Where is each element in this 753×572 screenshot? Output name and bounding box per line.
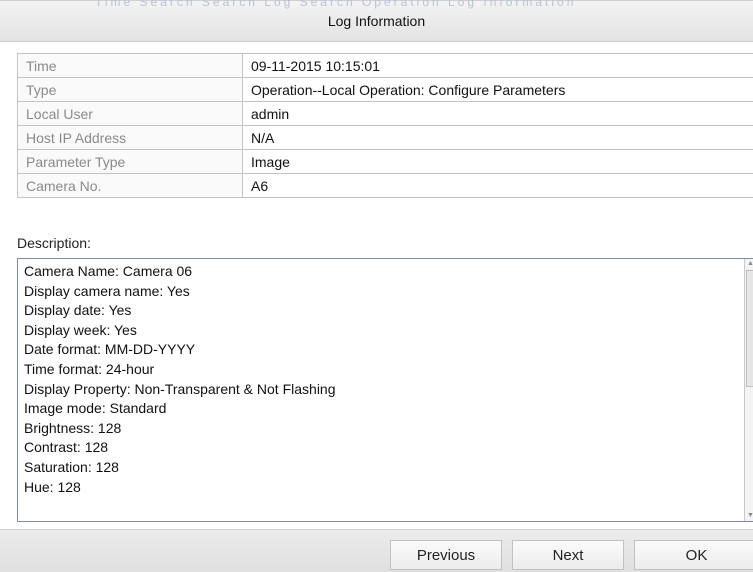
description-line: Display camera name: Yes bbox=[24, 282, 190, 299]
description-line: Hue: 128 bbox=[24, 478, 81, 495]
description-line: Time format: 24-hour bbox=[24, 360, 155, 377]
description-scrollbar[interactable]: ▲ ▼ bbox=[744, 259, 753, 521]
ok-button[interactable]: OK bbox=[634, 540, 753, 570]
scroll-thumb[interactable] bbox=[746, 270, 753, 387]
table-row-type: Type Operation--Local Operation: Configu… bbox=[17, 77, 753, 102]
description-line: Display Property: Non-Transparent & Not … bbox=[24, 380, 336, 397]
host-ip-label: Host IP Address bbox=[17, 125, 243, 150]
description-lines: Camera Name: Camera 06 Display camera na… bbox=[24, 262, 336, 497]
parameter-type-label: Parameter Type bbox=[17, 149, 243, 174]
description-label: Description: bbox=[17, 235, 91, 251]
previous-button[interactable]: Previous bbox=[390, 540, 502, 570]
table-row-local-user: Local User admin bbox=[17, 101, 753, 126]
table-row-host-ip: Host IP Address N/A bbox=[17, 125, 753, 150]
button-bar: Previous Next OK bbox=[0, 529, 753, 572]
next-button[interactable]: Next bbox=[512, 540, 624, 570]
description-line: Saturation: 128 bbox=[24, 458, 119, 475]
type-value: Operation--Local Operation: Configure Pa… bbox=[242, 77, 753, 102]
scroll-up-arrow-icon[interactable]: ▲ bbox=[745, 259, 753, 269]
description-line: Display week: Yes bbox=[24, 321, 137, 338]
table-row-camera-no: Camera No. A6 bbox=[17, 173, 753, 198]
description-line: Date format: MM-DD-YYYY bbox=[24, 341, 196, 358]
camera-no-label: Camera No. bbox=[17, 173, 243, 198]
type-label: Type bbox=[17, 77, 243, 102]
camera-no-value: A6 bbox=[242, 173, 753, 198]
background-menu-hint: Time Search Search Log Search Operation … bbox=[95, 0, 577, 9]
time-value: 09-11-2015 10:15:01 bbox=[242, 53, 753, 78]
local-user-value: admin bbox=[242, 101, 753, 126]
host-ip-value: N/A bbox=[242, 125, 753, 150]
description-line: Image mode: Standard bbox=[24, 400, 167, 417]
description-line: Display date: Yes bbox=[24, 302, 132, 319]
description-line: Contrast: 128 bbox=[24, 439, 109, 456]
local-user-label: Local User bbox=[17, 101, 243, 126]
table-row-parameter-type: Parameter Type Image bbox=[17, 149, 753, 174]
parameter-type-value: Image bbox=[242, 149, 753, 174]
time-label: Time bbox=[17, 53, 243, 78]
description-line: Brightness: 128 bbox=[24, 419, 122, 436]
dialog-title: Log Information bbox=[327, 13, 426, 29]
description-textarea[interactable]: Camera Name: Camera 06 Display camera na… bbox=[17, 258, 753, 522]
log-details-table: Time 09-11-2015 10:15:01 Type Operation-… bbox=[17, 53, 753, 198]
table-row-time: Time 09-11-2015 10:15:01 bbox=[17, 53, 753, 78]
description-line: Camera Name: Camera 06 bbox=[24, 263, 193, 279]
log-information-dialog: Time Search Search Log Search Operation … bbox=[0, 0, 753, 572]
title-bar: Time Search Search Log Search Operation … bbox=[0, 0, 753, 42]
scroll-down-arrow-icon[interactable]: ▼ bbox=[745, 511, 753, 521]
